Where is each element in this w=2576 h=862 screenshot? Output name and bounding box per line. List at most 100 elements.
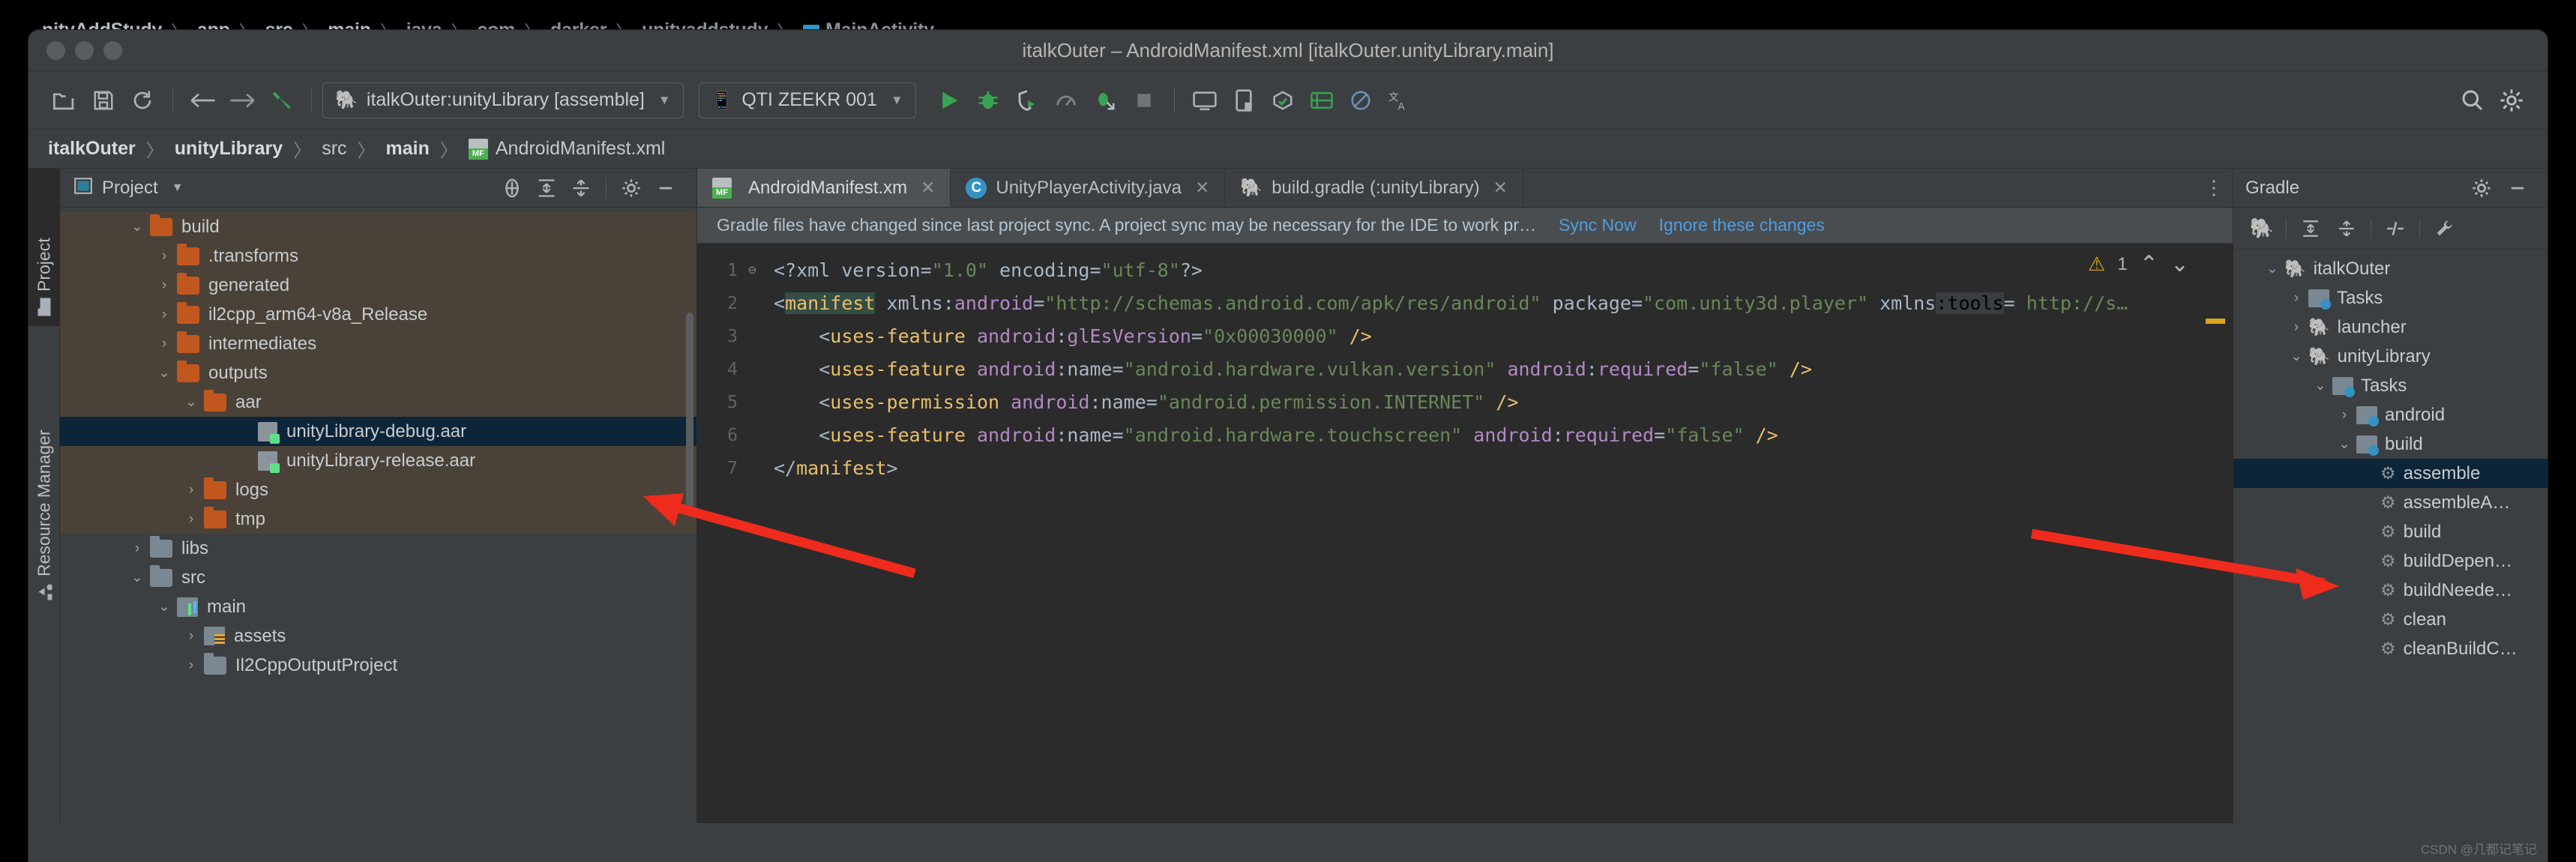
gear-icon[interactable] [614, 171, 648, 205]
tree-row-generated[interactable]: › generated [60, 271, 696, 300]
open-folder-icon[interactable] [45, 81, 84, 120]
tree-twisty[interactable]: ⌄ [2332, 435, 2356, 453]
gradle-row-android[interactable]: › android [2233, 400, 2548, 430]
gradle-row-italkouter[interactable]: ⌄ 🐘 italkOuter [2233, 254, 2548, 283]
tree-twisty[interactable]: › [151, 336, 177, 352]
tree-row-tmp[interactable]: › tmp [60, 504, 696, 534]
tree-row-intermediates[interactable]: › intermediates [60, 329, 696, 358]
sidebar-item-project[interactable]: Project [28, 169, 60, 326]
attach-debugger-icon[interactable] [1008, 81, 1047, 120]
run-with-coverage-icon[interactable] [1086, 81, 1125, 120]
gradle-row-tasks[interactable]: › Tasks [2233, 283, 2548, 313]
gradle-elephant-icon[interactable]: 🐘 [2244, 211, 2280, 246]
build-hammer-icon[interactable] [262, 81, 301, 120]
expand-all-icon[interactable] [529, 171, 564, 205]
ignore-changes-link[interactable]: Ignore these changes [1659, 215, 1825, 235]
expand-all-icon[interactable] [2293, 211, 2329, 246]
tree-twisty[interactable]: › [178, 628, 204, 645]
gradle-task-tree[interactable]: ⌄ 🐘 italkOuter › Tasks › 🐘 launcher ⌄ 🐘 unityLibra… [2233, 250, 2548, 823]
minimize-button[interactable] [75, 40, 94, 60]
sync-icon[interactable] [123, 81, 162, 120]
gradle-row-clean[interactable]: ⚙ clean [2233, 605, 2548, 634]
toggle-offline-icon[interactable] [2377, 211, 2413, 246]
maximize-button[interactable] [103, 40, 122, 60]
collapse-all-icon[interactable] [564, 171, 598, 205]
breadcrumb-item-4[interactable]: AndroidManifest.xml [496, 138, 665, 160]
minimize-icon[interactable] [2500, 171, 2536, 205]
gradle-row-build[interactable]: ⌄ build [2233, 430, 2548, 459]
translate-icon[interactable]: 文A [1380, 81, 1419, 120]
tree-row-unitylibrary-release-aar[interactable]: unityLibrary-release.aar [60, 446, 696, 475]
tree-row-il2cpp-arm64-v8a-release[interactable]: › il2cpp_arm64-v8a_Release [60, 300, 696, 329]
sync-now-link[interactable]: Sync Now [1559, 215, 1637, 235]
minimize-icon[interactable] [648, 171, 683, 205]
gradle-row-cleanbuildc-[interactable]: ⚙ cleanBuildC… [2233, 634, 2548, 663]
run-configuration-selector[interactable]: 🐘 italkOuter:unityLibrary [assemble] ▼ [322, 82, 684, 118]
editor-scrollbar[interactable] [2206, 244, 2225, 823]
tree-row-unitylibrary-debug-aar[interactable]: unityLibrary-debug.aar [60, 417, 696, 446]
gradle-row-buildneede-[interactable]: ⚙ buildNeede… [2233, 576, 2548, 605]
tree-twisty[interactable]: › [178, 511, 204, 528]
breadcrumb-item-0[interactable]: italkOuter [48, 138, 136, 160]
profiler-icon[interactable] [1047, 81, 1086, 120]
forward-arrow-icon[interactable] [223, 81, 262, 120]
run-icon[interactable] [930, 81, 969, 120]
gradle-row-unitylibrary[interactable]: ⌄ 🐘 unityLibrary [2233, 342, 2548, 371]
collapse-all-icon[interactable] [2329, 211, 2365, 246]
tree-twisty[interactable]: ⌄ [2260, 260, 2284, 277]
avd-manager-icon[interactable] [1185, 81, 1224, 120]
tree-twisty[interactable]: ⌄ [2308, 377, 2332, 394]
layout-inspector-icon[interactable] [1302, 81, 1341, 120]
back-arrow-icon[interactable] [184, 81, 223, 120]
tree-row-libs[interactable]: › libs [60, 534, 696, 563]
debug-icon[interactable] [969, 81, 1008, 120]
tree-twisty[interactable]: › [124, 540, 150, 557]
tree-twisty[interactable]: › [178, 657, 204, 674]
gradle-row-builddepen-[interactable]: ⚙ buildDepen… [2233, 546, 2548, 576]
close-icon[interactable]: ✕ [921, 178, 935, 198]
inspection-widget[interactable]: ⚠ 1 ⌃ ⌄ [2088, 251, 2189, 277]
tree-twisty[interactable]: › [2284, 290, 2308, 307]
tree-row--transforms[interactable]: › .transforms [60, 241, 696, 271]
save-icon[interactable] [84, 81, 123, 120]
previous-problem-icon[interactable]: ⌃ [2140, 251, 2158, 277]
gradle-row-assemble[interactable]: ⚙ assemble [2233, 459, 2548, 488]
editor-tab-androidmanifest-xm[interactable]: AndroidManifest.xm ✕ [697, 169, 951, 207]
gradle-row-tasks[interactable]: ⌄ Tasks [2233, 371, 2548, 400]
tree-twisty[interactable]: ⌄ [178, 394, 204, 411]
no-entry-icon[interactable] [1341, 81, 1380, 120]
window-controls[interactable] [46, 40, 122, 60]
editor-tabs-more-icon[interactable]: ⋮ [2195, 169, 2233, 207]
breadcrumb-item-2[interactable]: src [322, 138, 346, 160]
tree-twisty[interactable]: ⌄ [151, 364, 177, 382]
fold-marker[interactable]: ⊖ [748, 254, 765, 287]
gear-icon[interactable] [2492, 81, 2531, 120]
tree-twisty[interactable]: › [2284, 319, 2308, 336]
breadcrumb-item-3[interactable]: main [386, 138, 430, 160]
gradle-row-launcher[interactable]: › 🐘 launcher [2233, 313, 2548, 342]
tree-row-aar[interactable]: ⌄ aar [60, 388, 696, 417]
gradle-row-assemblea-[interactable]: ⚙ assembleA… [2233, 488, 2548, 517]
editor-tab-unityplayeractivity-java[interactable]: C UnityPlayerActivity.java ✕ [951, 169, 1226, 207]
device-selector[interactable]: 📱 QTI ZEEKR 001 ▼ [698, 82, 916, 118]
tree-row-assets[interactable]: › assets [60, 621, 696, 651]
tree-twisty[interactable]: › [151, 307, 177, 323]
tree-twisty[interactable]: › [178, 482, 204, 498]
gear-icon[interactable] [2464, 171, 2500, 205]
sdk-manager-icon[interactable] [1263, 81, 1302, 120]
device-manager-icon[interactable] [1224, 81, 1263, 120]
close-button[interactable] [46, 40, 65, 60]
breadcrumb-item-1[interactable]: unityLibrary [175, 138, 283, 160]
tree-twisty[interactable]: ⌄ [2284, 348, 2308, 365]
tree-twisty[interactable]: ⌄ [124, 569, 150, 586]
tree-row-src[interactable]: ⌄ src [60, 563, 696, 592]
search-icon[interactable] [2453, 81, 2492, 120]
project-tree[interactable]: ⌄ build › .transforms › generated › il2cpp_arm6… [60, 208, 696, 823]
gradle-row-build[interactable]: ⚙ build [2233, 517, 2548, 546]
tree-twisty[interactable]: › [151, 277, 177, 294]
tree-twisty[interactable]: › [151, 248, 177, 265]
tree-twisty[interactable]: › [2332, 407, 2356, 424]
fold-gutter[interactable]: ⊖ [748, 244, 765, 823]
tree-row-logs[interactable]: › logs [60, 475, 696, 504]
tree-row-outputs[interactable]: ⌄ outputs [60, 358, 696, 388]
